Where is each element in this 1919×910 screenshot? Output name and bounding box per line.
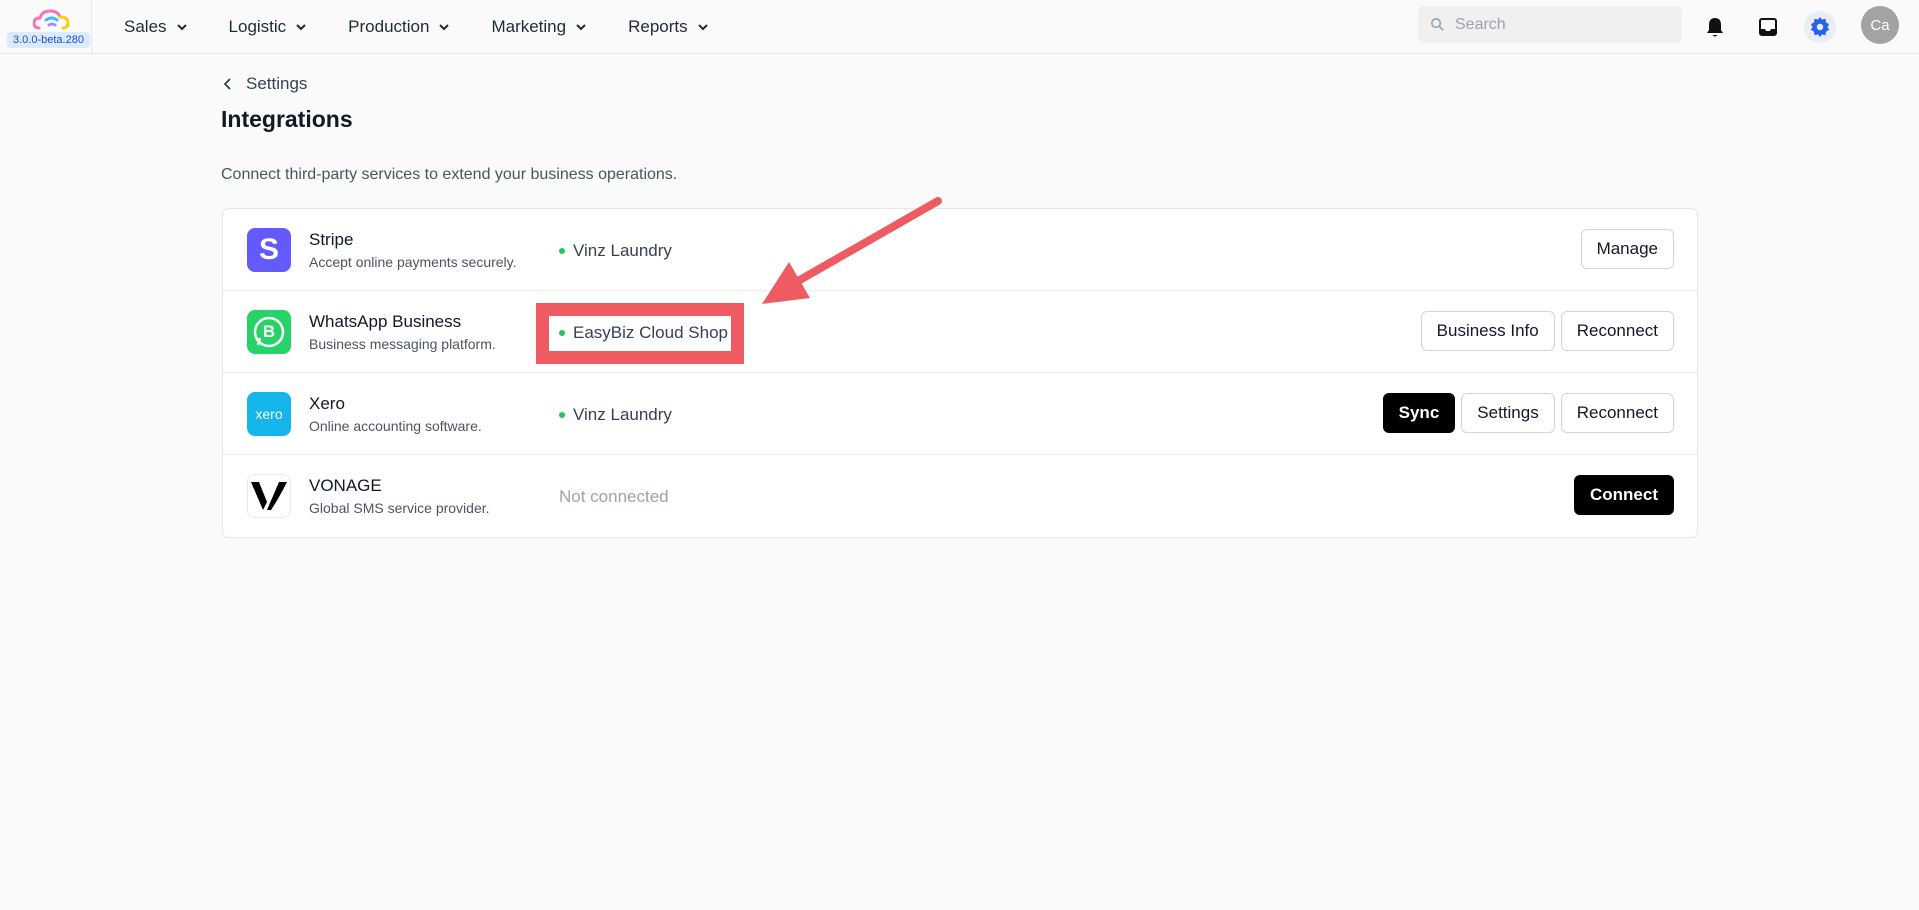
integration-row-whatsapp: B WhatsApp Business Business messaging p… (223, 291, 1697, 373)
page-description: Connect third-party services to extend y… (221, 166, 678, 183)
manage-button[interactable]: Manage (1580, 229, 1674, 269)
nav-logistic[interactable]: Logistic (229, 17, 309, 37)
xero-logo-text: xero (255, 406, 283, 422)
integration-row-stripe: S Stripe Accept online payments securely… (223, 209, 1697, 291)
cloud-logo-icon (33, 9, 70, 30)
integration-name: VONAGE (309, 476, 382, 495)
whatsapp-logo-letter: B (262, 322, 276, 341)
integration-name: Xero (309, 394, 345, 413)
main-nav: Sales Logistic Production Marketing Repo… (124, 0, 750, 54)
stripe-logo-icon: S (247, 228, 291, 272)
inbox-button[interactable] (1752, 11, 1784, 43)
stripe-logo-letter: S (258, 233, 279, 266)
version-badge: 3.0.0-beta.280 (7, 32, 90, 48)
chevron-down-icon (697, 24, 708, 31)
integration-actions: Sync Settings Reconnect (1382, 393, 1674, 433)
nav-label: Production (348, 17, 430, 36)
integration-row-xero: xero Xero Online accounting software. Vi… (223, 373, 1697, 455)
connected-account: EasyBiz Cloud Shop (573, 323, 728, 342)
nav-sales[interactable]: Sales (124, 17, 189, 37)
gear-icon (1810, 16, 1830, 38)
integration-status: Not connected (559, 487, 669, 507)
integration-description: Online accounting software. (309, 418, 482, 434)
nav-reports[interactable]: Reports (628, 17, 710, 37)
chevron-down-icon (576, 24, 586, 31)
breadcrumb-label: Settings (246, 74, 308, 93)
chevron-down-icon (296, 24, 306, 31)
integration-description: Global SMS service provider. (309, 500, 490, 516)
top-navigation-bar: 3.0.0-beta.280 Sales Logistic Production… (0, 0, 1919, 54)
integration-name: WhatsApp Business (309, 312, 462, 331)
integration-status: EasyBiz Cloud Shop (559, 323, 728, 343)
integration-row-vonage: VONAGE Global SMS service provider. Not … (223, 455, 1697, 537)
connected-account: Vinz Laundry (573, 405, 672, 424)
xero-logo-icon: xero (247, 392, 291, 436)
integration-actions: Manage (1580, 229, 1674, 269)
integration-description: Accept online payments securely. (309, 254, 517, 270)
not-connected-label: Not connected (559, 487, 669, 506)
user-avatar[interactable]: Ca (1861, 6, 1899, 44)
status-dot-icon (559, 248, 565, 254)
integration-name: Stripe (309, 230, 354, 249)
inbox-icon (1759, 18, 1777, 36)
integrations-list: S Stripe Accept online payments securely… (222, 208, 1698, 538)
vonage-logo-icon (247, 474, 291, 518)
nav-marketing[interactable]: Marketing (491, 17, 588, 37)
whatsapp-logo-icon: B (247, 310, 291, 354)
page-title: Integrations (221, 106, 353, 132)
integration-status: Vinz Laundry (559, 405, 672, 425)
search-input[interactable] (1455, 15, 1675, 34)
nav-label: Logistic (228, 17, 287, 36)
status-dot-icon (559, 330, 565, 336)
app-logo[interactable]: 3.0.0-beta.280 (0, 0, 92, 54)
nav-production[interactable]: Production (348, 17, 451, 37)
chevron-down-icon (439, 24, 450, 31)
reconnect-button[interactable]: Reconnect (1560, 393, 1674, 433)
chevron-left-icon (223, 78, 231, 90)
breadcrumb-back[interactable]: Settings (222, 74, 307, 94)
status-dot-icon (559, 412, 565, 418)
bell-icon (1707, 18, 1723, 37)
nav-label: Reports (628, 17, 688, 36)
integration-actions: Connect (1574, 475, 1674, 515)
settings-button[interactable] (1804, 11, 1836, 43)
integration-actions: Business Info Reconnect (1420, 311, 1674, 351)
settings-button[interactable]: Settings (1461, 393, 1555, 433)
nav-label: Sales (124, 17, 167, 36)
chevron-down-icon (176, 24, 187, 31)
integration-description: Business messaging platform. (309, 336, 496, 352)
connect-button[interactable]: Connect (1574, 475, 1674, 515)
nav-label: Marketing (491, 17, 567, 36)
search-box (1418, 6, 1682, 43)
business-info-button[interactable]: Business Info (1420, 311, 1555, 351)
notifications-button[interactable] (1699, 11, 1731, 43)
integration-status: Vinz Laundry (559, 241, 672, 261)
vonage-v-icon (251, 482, 287, 510)
connected-account: Vinz Laundry (573, 241, 672, 260)
sync-button[interactable]: Sync (1382, 393, 1456, 433)
search-icon (1431, 18, 1444, 31)
reconnect-button[interactable]: Reconnect (1560, 311, 1674, 351)
